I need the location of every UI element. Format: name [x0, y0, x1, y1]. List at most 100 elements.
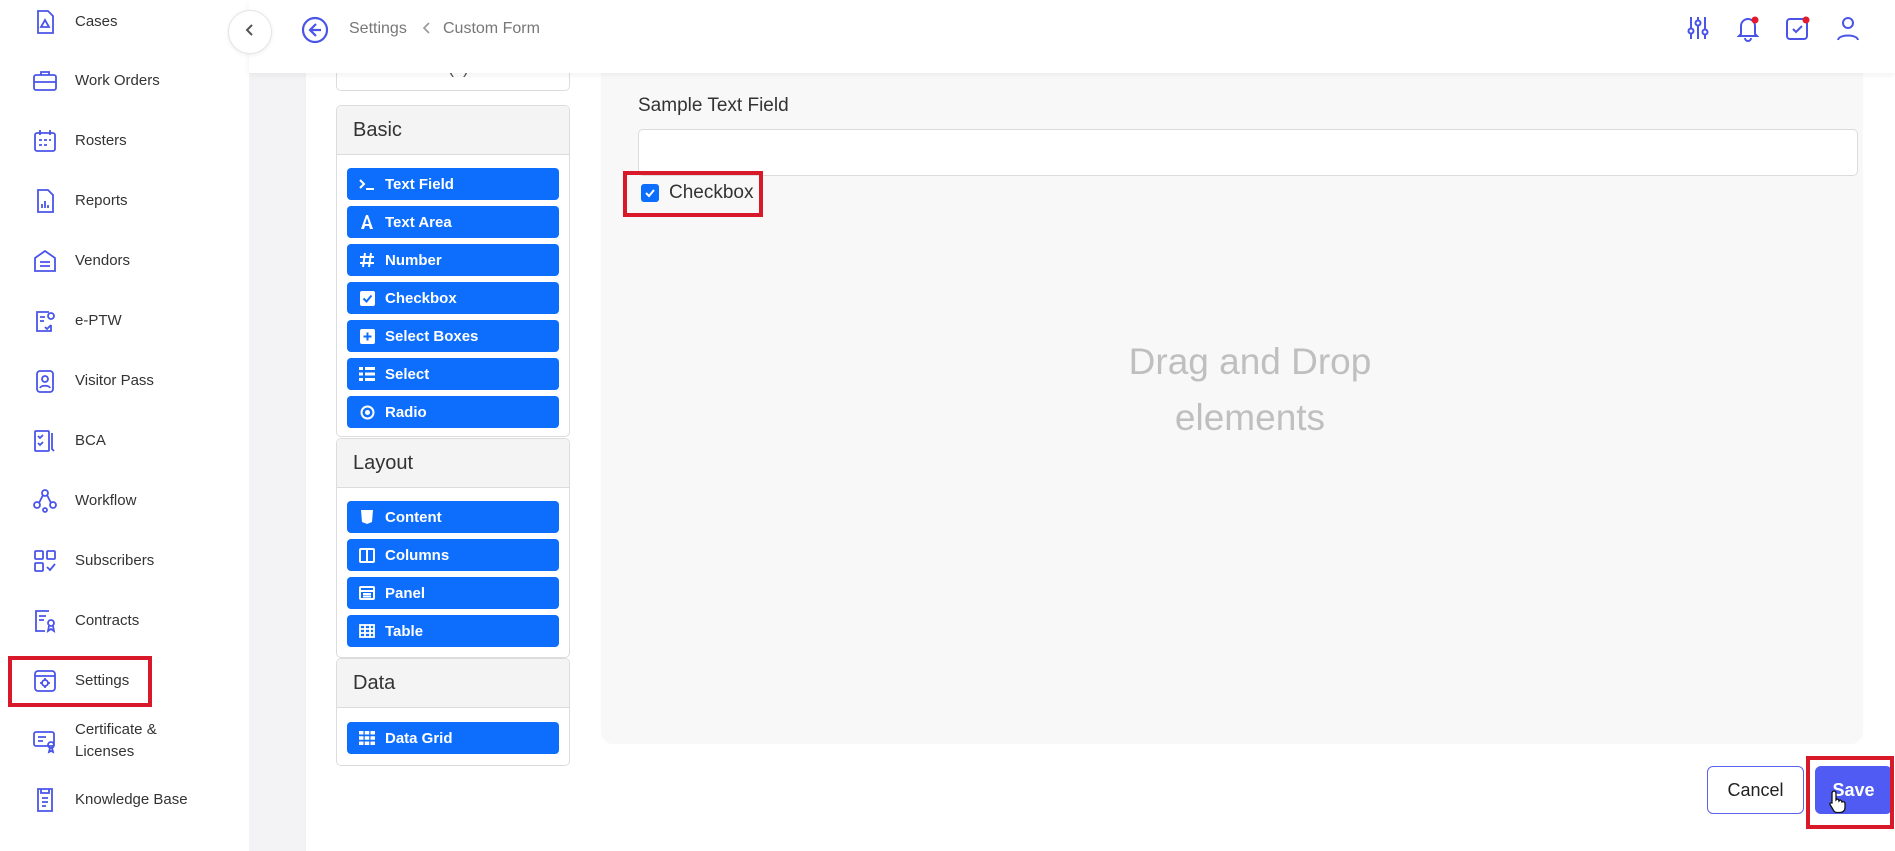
- component-label: Content: [385, 508, 442, 526]
- component-label: Text Field: [385, 175, 454, 193]
- hash-icon: [357, 252, 377, 268]
- eptw-icon: [30, 306, 60, 336]
- rosters-icon: [30, 126, 60, 156]
- sidebar-item-knowledge-base[interactable]: Knowledge Base: [0, 778, 249, 822]
- sample-text-field-input[interactable]: [638, 129, 1858, 176]
- notifications-button[interactable]: [1732, 14, 1764, 46]
- plus-square-icon: [357, 328, 377, 344]
- sidebar-item-vendors[interactable]: Vendors: [0, 239, 249, 283]
- component-text-area[interactable]: Text Area: [347, 206, 559, 238]
- component-label: Radio: [385, 403, 427, 421]
- sliders-icon: [1684, 14, 1712, 47]
- group-title[interactable]: Data: [337, 659, 569, 708]
- sidebar-item-work-orders[interactable]: Work Orders: [0, 59, 249, 103]
- user-profile-button[interactable]: [1832, 14, 1864, 46]
- sidebar-item-label: Visitor Pass: [75, 372, 154, 389]
- component-checkbox[interactable]: Checkbox: [347, 282, 559, 314]
- sidebar-item-label: Contracts: [75, 612, 140, 629]
- font-icon: [357, 214, 377, 230]
- component-label: Columns: [385, 546, 450, 564]
- component-data-grid[interactable]: Data Grid: [347, 722, 559, 754]
- palette-group-basic: Basic Text Field Text Area Number Checkb…: [336, 105, 570, 437]
- sidebar-collapse-button[interactable]: [228, 10, 272, 54]
- component-radio[interactable]: Radio: [347, 396, 559, 428]
- component-label: Select Boxes: [385, 327, 479, 345]
- component-panel[interactable]: Panel: [347, 577, 559, 609]
- sidebar-item-label: Cases: [75, 13, 118, 30]
- arrow-left-circle-icon: [301, 16, 329, 48]
- component-table[interactable]: Table: [347, 615, 559, 647]
- dot-circle-icon: [357, 405, 377, 420]
- html5-icon: [357, 509, 377, 525]
- drag-drop-hint-line: Drag and Drop: [1128, 341, 1372, 382]
- settings-icon: [30, 666, 60, 696]
- back-button[interactable]: [301, 16, 329, 44]
- component-label: Checkbox: [385, 289, 457, 307]
- sidebar-item-workflow[interactable]: Workflow: [0, 479, 249, 523]
- reports-icon: [30, 186, 60, 216]
- terminal-icon: [357, 177, 377, 191]
- component-text-field[interactable]: Text Field: [347, 168, 559, 200]
- work-orders-icon: [30, 66, 60, 96]
- tasks-icon: [1784, 14, 1812, 47]
- component-number[interactable]: Number: [347, 244, 559, 276]
- component-label: Select: [385, 365, 430, 383]
- component-content[interactable]: Content: [347, 501, 559, 533]
- save-button[interactable]: Save: [1815, 766, 1892, 814]
- cases-icon: [30, 7, 60, 37]
- group-title[interactable]: Layout: [337, 439, 569, 488]
- component-label: Text Area: [385, 213, 452, 231]
- sidebar: Cases Work Orders Rosters Reports Vendor…: [0, 0, 249, 851]
- columns-icon: [357, 547, 377, 563]
- sidebar-item-contracts[interactable]: Contracts: [0, 599, 249, 643]
- sample-text-field-label: Sample Text Field: [638, 95, 789, 116]
- grid-icon: [357, 731, 377, 745]
- sidebar-item-reports[interactable]: Reports: [0, 179, 249, 223]
- form-checkbox[interactable]: Checkbox: [641, 180, 754, 206]
- sidebar-item-bca[interactable]: BCA: [0, 419, 249, 463]
- group-title[interactable]: Basic: [337, 106, 569, 155]
- tasks-button[interactable]: [1782, 14, 1814, 46]
- sidebar-item-rosters[interactable]: Rosters: [0, 119, 249, 163]
- knowledge-base-icon: [30, 785, 60, 815]
- contracts-icon: [30, 606, 60, 636]
- list-icon: [357, 367, 377, 381]
- component-label: Data Grid: [385, 729, 453, 747]
- component-label: Number: [385, 251, 442, 269]
- sidebar-item-label: Vendors: [75, 252, 131, 269]
- sidebar-item-certificate-licenses[interactable]: Certificate & Licenses: [0, 719, 249, 763]
- chevron-left-icon: [421, 21, 433, 40]
- drag-drop-hint: Drag and Drop elements: [1080, 334, 1420, 446]
- checkbox-checked-icon[interactable]: [641, 184, 659, 202]
- sidebar-item-label: Reports: [75, 192, 128, 209]
- user-icon: [1834, 14, 1862, 47]
- sidebar-item-label: Work Orders: [75, 72, 160, 89]
- component-label: Panel: [385, 584, 426, 602]
- sidebar-item-label: Rosters: [75, 132, 127, 149]
- sidebar-item-label: BCA: [75, 432, 106, 449]
- sidebar-item-label: Workflow: [75, 492, 137, 509]
- hand-pointer-icon: [1828, 789, 1848, 818]
- component-select[interactable]: Select: [347, 358, 559, 390]
- breadcrumb-custom-form: Custom Form: [443, 20, 540, 37]
- sidebar-item-label: Knowledge Base: [75, 791, 188, 808]
- cancel-button[interactable]: Cancel: [1707, 766, 1804, 814]
- table-icon: [357, 624, 377, 638]
- panel-icon: [357, 586, 377, 600]
- component-columns[interactable]: Columns: [347, 539, 559, 571]
- certificate-icon: [30, 726, 60, 756]
- sidebar-item-cases[interactable]: Cases: [0, 0, 249, 44]
- sidebar-item-visitor-pass[interactable]: Visitor Pass: [0, 359, 249, 403]
- drag-drop-hint-line: elements: [1174, 397, 1326, 438]
- sidebar-item-eptw[interactable]: e-PTW: [0, 299, 249, 343]
- component-select-boxes[interactable]: Select Boxes: [347, 320, 559, 352]
- breadcrumb-settings[interactable]: Settings: [349, 20, 407, 38]
- chevron-left-icon: [243, 23, 257, 42]
- palette-group-data: Data Data Grid: [336, 658, 570, 766]
- filter-settings-button[interactable]: [1682, 14, 1714, 46]
- sidebar-item-subscribers[interactable]: Subscribers: [0, 539, 249, 583]
- sidebar-item-settings[interactable]: Settings: [0, 659, 249, 703]
- sidebar-item-label: e-PTW: [75, 312, 122, 329]
- workflow-icon: [30, 486, 60, 516]
- top-header: Settings Custom Form: [249, 0, 1895, 73]
